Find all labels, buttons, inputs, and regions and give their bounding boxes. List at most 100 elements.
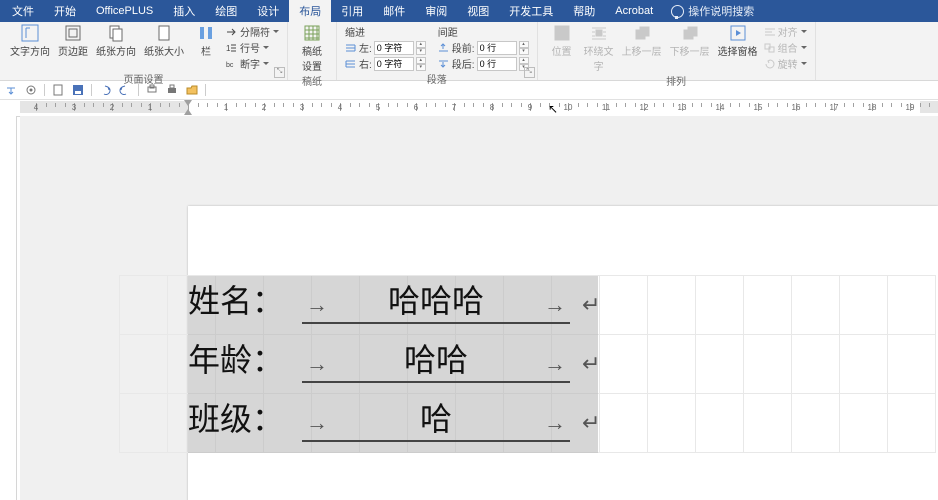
underlined-field[interactable]: → 哈哈哈 →	[302, 276, 570, 324]
text-direction-button[interactable]: 文字方向	[6, 24, 54, 58]
paragraph-mark-icon: ↵	[582, 410, 600, 436]
hyphenation-button[interactable]: bc断字	[226, 56, 279, 71]
group-paragraph: 缩进 左: ▴▾ 右: ▴▾ 间距 段前:	[337, 22, 538, 80]
spacing-before-input[interactable]	[477, 41, 517, 55]
field-value: 哈哈哈	[388, 276, 484, 322]
group-manuscript: 稿纸 设置 稿纸	[288, 22, 337, 80]
doc-line[interactable]: 班级： → 哈 → ↵	[188, 394, 618, 453]
page-area: 姓名： → 哈哈哈 → ↵ 年龄：→哈哈→ ↵ 班级： → 哈 → ↵	[20, 116, 938, 500]
group-arrange: 位置 环绕文 字 上移一层 下移一层 选择窗格 对齐 组合 旋转	[538, 22, 816, 80]
tab-design[interactable]: 设计	[247, 0, 289, 23]
lightbulb-icon	[671, 5, 684, 18]
spacing-after-input[interactable]	[477, 57, 517, 71]
indent-right-input[interactable]	[374, 57, 414, 71]
line-numbers-icon: 1	[226, 43, 238, 53]
indent-heading: 缩进	[345, 24, 426, 39]
ribbon-body: 文字方向 页边距 纸张方向 纸张大小 栏 分隔符 1行号 bc断字	[0, 22, 938, 81]
tab-arrow-icon: →	[306, 292, 328, 318]
tab-help[interactable]: 帮助	[563, 0, 605, 23]
tab-arrow-icon: →	[544, 351, 566, 377]
tab-arrow-icon: →	[544, 410, 566, 436]
spacing-after-spinner[interactable]: 段后: ▴▾	[438, 56, 529, 71]
tell-me-label: 操作说明搜索	[688, 3, 754, 19]
indent-right-spinner[interactable]: 右: ▴▾	[345, 56, 426, 71]
hanging-indent-marker[interactable]	[184, 109, 192, 115]
margins-button[interactable]: 页边距	[54, 24, 92, 58]
send-backward-button: 下移一层	[666, 24, 714, 58]
horizontal-ruler[interactable]: 432112345678910111213141516171819 ↖ 居中式制…	[0, 100, 938, 117]
tab-insert[interactable]: 插入	[163, 0, 205, 23]
selection-pane-button[interactable]: 选择窗格	[714, 24, 762, 58]
tab-draw[interactable]: 绘图	[205, 0, 247, 23]
tab-file[interactable]: 文件	[2, 0, 44, 23]
doc-line[interactable]: 年龄：→哈哈→ ↵	[188, 335, 618, 394]
indent-left-spinner[interactable]: 左: ▴▾	[345, 40, 426, 55]
manuscript-settings-button[interactable]: 稿纸 设置	[294, 24, 330, 73]
tab-review[interactable]: 审阅	[415, 0, 457, 23]
tab-arrow-icon: →	[306, 410, 328, 436]
tab-references[interactable]: 引用	[331, 0, 373, 23]
paragraph-mark-icon: ↵	[582, 292, 600, 318]
tab-mailings[interactable]: 邮件	[373, 0, 415, 23]
spacing-before-icon	[438, 43, 450, 53]
indent-left-input[interactable]	[374, 41, 414, 55]
group-label-paragraph: 段落	[343, 71, 531, 87]
field-value: 哈	[420, 394, 452, 440]
document-content[interactable]: 姓名： → 哈哈哈 → ↵ 年龄：→哈哈→ ↵ 班级： → 哈 → ↵	[188, 276, 618, 453]
indent-right-icon	[345, 59, 357, 69]
tab-officeplus[interactable]: OfficePLUS	[86, 1, 163, 21]
group-label-manuscript: 稿纸	[294, 73, 330, 89]
breaks-button[interactable]: 分隔符	[226, 24, 279, 39]
svg-text:1: 1	[226, 44, 231, 53]
field-label: 班级：	[188, 394, 298, 440]
margins-icon	[63, 24, 83, 42]
line-numbers-button[interactable]: 1行号	[226, 40, 279, 55]
group-label-arrange: 排列	[544, 73, 809, 89]
underlined-field[interactable]: →哈哈→	[302, 335, 570, 383]
selection-pane-icon	[728, 24, 748, 42]
align-button: 对齐	[764, 24, 807, 39]
tab-layout[interactable]: 布局	[289, 0, 331, 23]
page-setup-launcher[interactable]: ⤡	[274, 67, 285, 78]
bring-forward-icon	[632, 24, 652, 42]
rotate-icon	[764, 59, 776, 69]
orientation-icon	[106, 24, 126, 42]
tab-developer[interactable]: 开发工具	[499, 0, 563, 23]
wrap-text-button: 环绕文 字	[580, 24, 618, 73]
group-label-page-setup: 页面设置	[6, 71, 281, 87]
ribbon-tab-strip: 文件 开始 OfficePLUS 插入 绘图 设计 布局 引用 邮件 审阅 视图…	[0, 0, 938, 22]
columns-icon	[196, 24, 216, 42]
orientation-button[interactable]: 纸张方向	[92, 24, 140, 58]
bring-forward-button: 上移一层	[618, 24, 666, 58]
paragraph-mark-icon: ↵	[582, 351, 600, 377]
send-backward-icon	[680, 24, 700, 42]
tab-start[interactable]: 开始	[44, 0, 86, 23]
position-icon	[552, 24, 572, 42]
tab-view[interactable]: 视图	[457, 0, 499, 23]
size-button[interactable]: 纸张大小	[140, 24, 188, 58]
tab-arrow-icon: →	[306, 351, 328, 377]
columns-button[interactable]: 栏	[188, 24, 224, 58]
page-size-icon	[154, 24, 174, 42]
field-label: 姓名：	[188, 276, 298, 322]
spacing-before-spinner[interactable]: 段前: ▴▾	[438, 40, 529, 55]
underlined-field[interactable]: → 哈 →	[302, 394, 570, 442]
wrap-text-icon	[589, 24, 609, 42]
paragraph-launcher[interactable]: ⤡	[524, 67, 535, 78]
tab-acrobat[interactable]: Acrobat	[605, 1, 663, 21]
indent-left-icon	[345, 43, 357, 53]
spacing-heading: 间距	[438, 24, 529, 39]
tab-arrow-icon: →	[544, 292, 566, 318]
group-icon	[764, 43, 776, 53]
svg-text:bc: bc	[226, 62, 234, 69]
manuscript-icon	[302, 24, 322, 42]
first-line-indent-marker[interactable]	[184, 100, 192, 106]
tell-me-search[interactable]: 操作说明搜索	[671, 3, 754, 19]
spacing-after-icon	[438, 59, 450, 69]
hyphenation-icon: bc	[226, 59, 238, 69]
field-label: 年龄：	[188, 335, 298, 381]
doc-line[interactable]: 姓名： → 哈哈哈 → ↵	[188, 276, 618, 335]
vertical-ruler[interactable]	[0, 116, 17, 500]
text-direction-icon	[20, 24, 40, 42]
breaks-icon	[226, 27, 238, 37]
